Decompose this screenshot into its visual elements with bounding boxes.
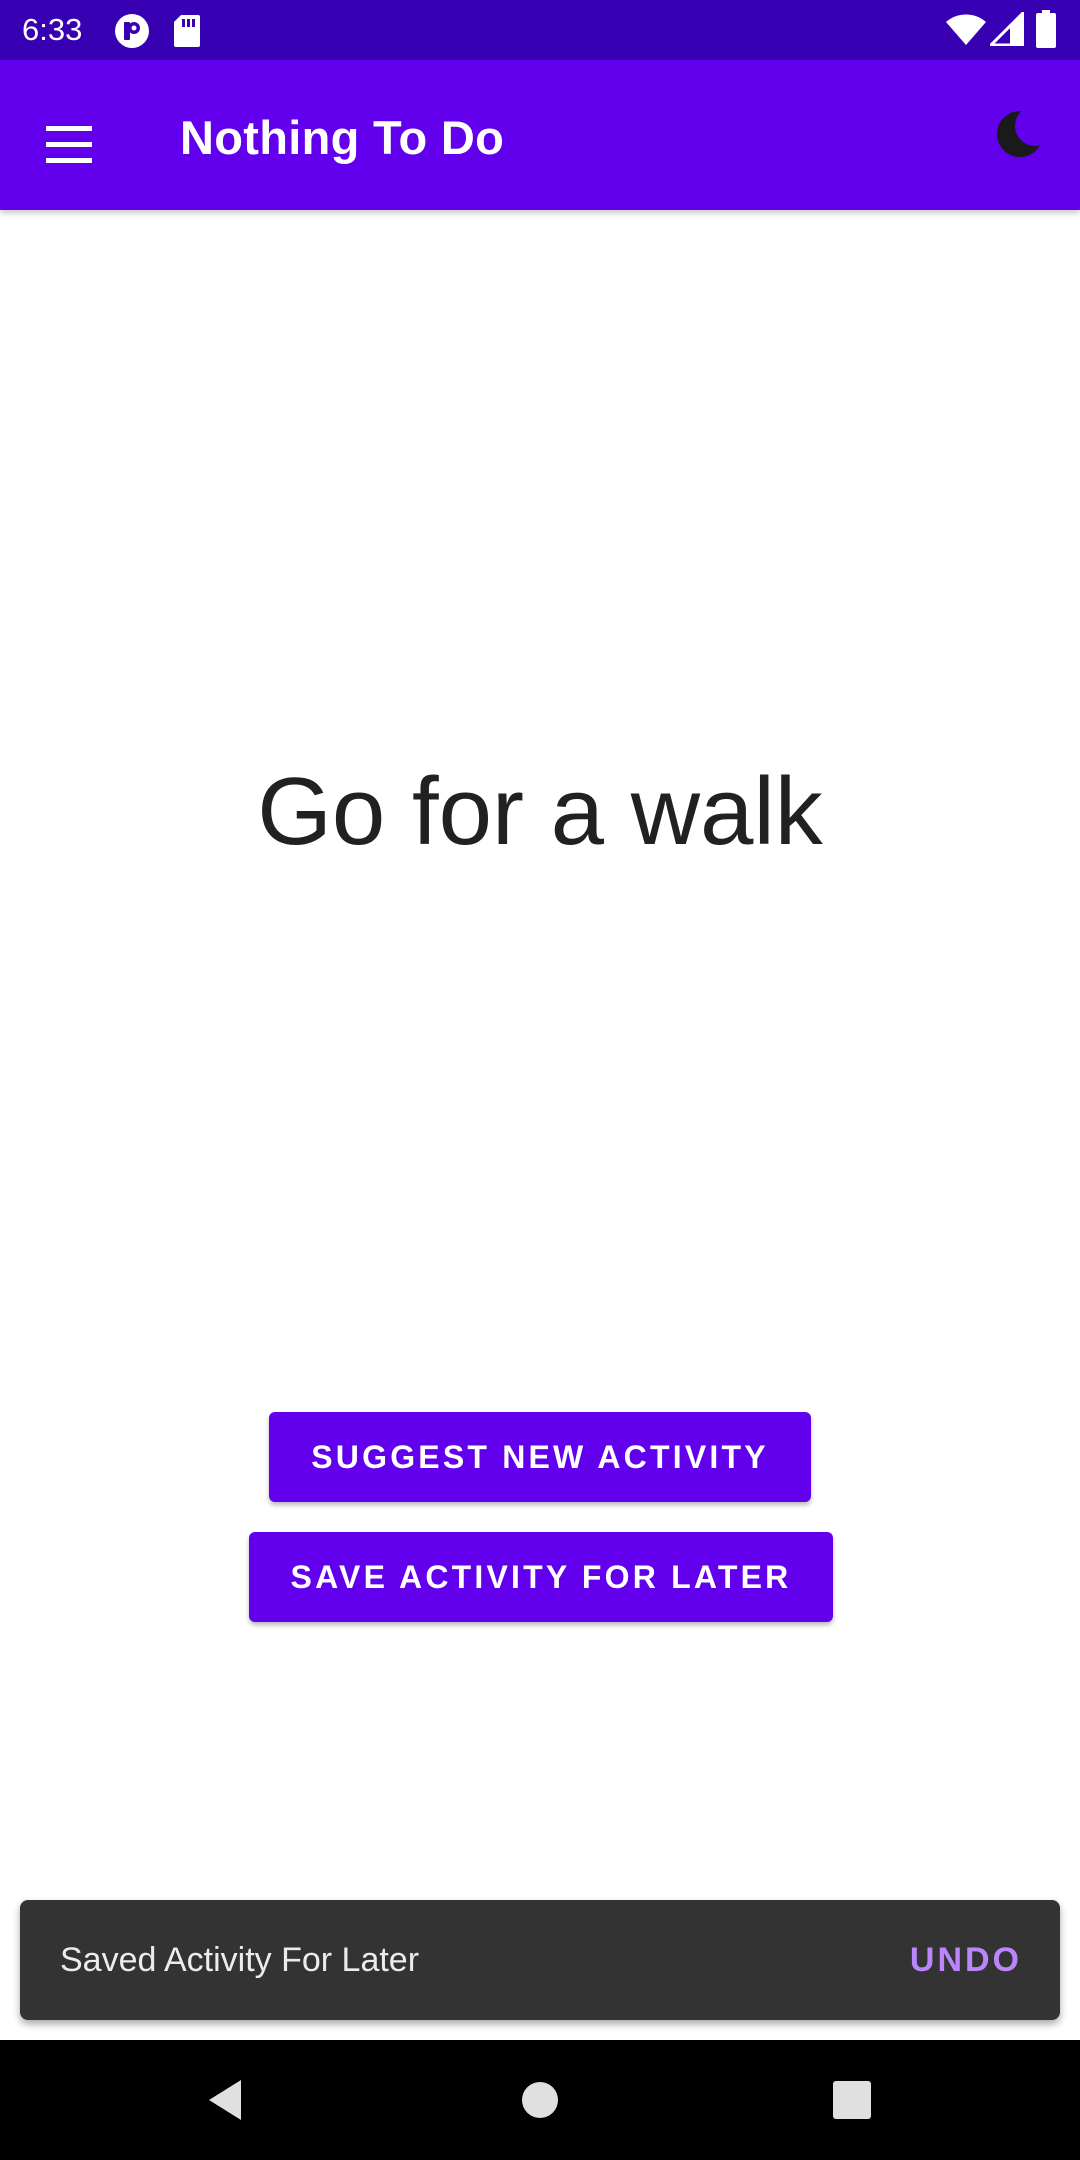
navigation-bar xyxy=(0,2040,1080,2160)
hamburger-menu-icon[interactable] xyxy=(28,102,112,186)
cell-signal-icon xyxy=(987,9,1025,51)
home-icon[interactable] xyxy=(510,2070,570,2130)
status-bar: 6:33 xyxy=(0,0,1080,60)
snackbar-message: Saved Activity For Later xyxy=(60,1941,420,1979)
save-activity-for-later-button[interactable]: SAVE ACTIVITY FOR LATER xyxy=(249,1532,833,1622)
recents-icon[interactable] xyxy=(822,2070,882,2130)
sd-card-icon xyxy=(173,14,201,53)
app-notification-icon xyxy=(114,13,150,54)
snackbar: Saved Activity For Later UNDO xyxy=(20,1900,1060,2020)
wifi-icon xyxy=(946,14,986,51)
suggest-new-activity-button[interactable]: SUGGEST NEW ACTIVITY xyxy=(269,1412,811,1502)
moon-icon[interactable] xyxy=(990,104,1055,174)
battery-icon xyxy=(1036,10,1056,53)
undo-button[interactable]: UNDO xyxy=(910,1936,1022,1984)
status-time: 6:33 xyxy=(22,12,83,47)
activity-suggestion: Go for a walk xyxy=(257,758,823,865)
back-icon[interactable] xyxy=(195,2070,255,2130)
app-title: Nothing To Do xyxy=(180,111,505,164)
app-bar: Nothing To Do xyxy=(0,60,1080,210)
